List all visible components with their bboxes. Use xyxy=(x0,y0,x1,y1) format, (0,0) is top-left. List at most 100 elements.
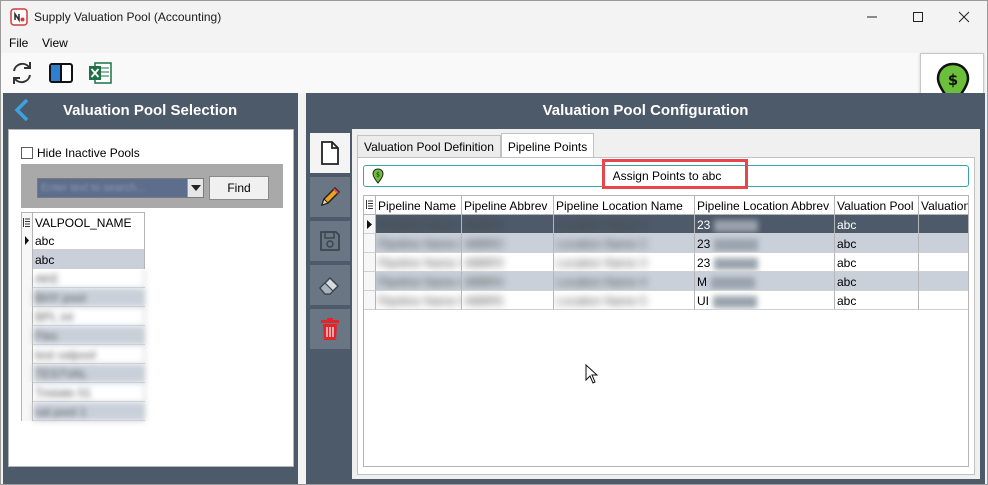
menu-bar: File View xyxy=(1,33,987,53)
pool-list-item[interactable]: abc xyxy=(21,231,145,250)
search-combo[interactable]: Enter text to search... xyxy=(37,178,204,198)
pipeline-name-cell-text: Pipeline Name 3 xyxy=(378,256,462,270)
pipeline-point-row[interactable]: Pipeline Name 1 ABBR1 Location Name 1 23 abc xyxy=(364,215,968,234)
hide-inactive-label: Hide Inactive Pools xyxy=(37,146,140,160)
maximize-button[interactable] xyxy=(895,1,941,33)
menu-view[interactable]: View xyxy=(42,36,68,50)
redacted-smudge xyxy=(713,295,757,308)
valuation-pool-cell-text: abc xyxy=(837,275,857,289)
minimize-button[interactable] xyxy=(849,1,895,33)
pipeline-abbrev-cell-text: ABBR2 xyxy=(464,237,504,251)
pipeline-point-row[interactable]: Pipeline Name 3 ABBR3 Location Name 3 23 abc xyxy=(364,253,968,272)
pool-name-cell: AKE xyxy=(33,269,145,288)
pool-list-item[interactable]: Tristate 01 xyxy=(21,383,145,402)
mouse-cursor-icon xyxy=(585,364,599,384)
valuation-pool-cell-text: abc xyxy=(837,256,857,270)
column-header-pipeline-name[interactable]: Pipeline Name xyxy=(376,196,462,215)
pipeline-abbrev-cell-text: ABBR4 xyxy=(464,275,504,289)
close-button[interactable] xyxy=(941,1,987,33)
edit-button[interactable] xyxy=(310,177,350,217)
new-button[interactable] xyxy=(310,133,350,173)
row-indicator xyxy=(21,288,33,307)
hide-inactive-row[interactable]: Hide Inactive Pools xyxy=(21,146,140,160)
find-button[interactable]: Find xyxy=(209,176,269,200)
pipeline-abbrev-cell: ABBR2 xyxy=(462,234,554,253)
pipeline-location-name-cell: Location Name 5 xyxy=(554,291,695,310)
valuation-cell xyxy=(919,234,968,253)
grid-menu-icon[interactable] xyxy=(21,212,33,231)
valuation-pool-cell: abc xyxy=(835,291,919,310)
clear-button[interactable] xyxy=(310,265,350,305)
pipeline-location-name-cell: Location Name 4 xyxy=(554,272,695,291)
pipeline-name-cell: Pipeline Name 3 xyxy=(376,253,462,272)
pool-grid-header: VALPOOL_NAME xyxy=(21,212,145,231)
column-header-valuation-pool[interactable]: Valuation Pool xyxy=(835,196,919,215)
pipeline-location-abbrev-cell-text: 23 xyxy=(697,256,711,270)
pipeline-point-row[interactable]: Pipeline Name 4 ABBR4 Location Name 4 Mabc xyxy=(364,272,968,291)
row-indicator xyxy=(21,307,33,326)
row-indicator xyxy=(21,364,33,383)
pool-name-cell: Flex xyxy=(33,326,145,345)
new-document-icon xyxy=(321,141,339,165)
column-header-pipeline-location-abbrev[interactable]: Pipeline Location Abbrev xyxy=(695,196,835,215)
pipeline-location-abbrev-cell: 23 xyxy=(695,215,835,234)
pool-name-cell: abc xyxy=(33,231,145,250)
pipeline-abbrev-cell: ABBR3 xyxy=(462,253,554,272)
pipeline-points-page: $ Assign Points to abc Pipeline Name Pip… xyxy=(357,157,975,475)
grid-menu-icon[interactable] xyxy=(364,196,376,215)
pipeline-location-abbrev-cell-text: UI xyxy=(697,294,709,308)
column-header-valpool-name[interactable]: VALPOOL_NAME xyxy=(33,212,145,231)
pipeline-location-abbrev-cell: 23 xyxy=(695,234,835,253)
pool-list-item[interactable]: test valpool xyxy=(21,345,145,364)
pipeline-location-name-cell-text: Location Name 1 xyxy=(556,218,647,232)
refresh-icon[interactable] xyxy=(8,59,36,87)
pool-list-item[interactable]: Flex xyxy=(21,326,145,345)
row-indicator xyxy=(21,326,33,345)
pipeline-name-cell-text: Pipeline Name 1 xyxy=(378,218,462,232)
tab-pipeline-points[interactable]: Pipeline Points xyxy=(500,133,595,157)
side-toolbar xyxy=(310,133,350,353)
pool-list-item[interactable]: abc xyxy=(21,250,145,269)
configuration-content: Valuation Pool Definition Pipeline Point… xyxy=(352,129,980,479)
excel-export-icon[interactable] xyxy=(86,59,114,87)
menu-file[interactable]: File xyxy=(9,36,28,50)
pipeline-abbrev-cell: ABBR1 xyxy=(462,215,554,234)
combo-dropdown-button[interactable] xyxy=(187,179,203,197)
pipeline-point-row[interactable]: Pipeline Name 5 ABBR5 Location Name 5 UI abc xyxy=(364,291,968,310)
delete-trash-icon xyxy=(321,318,339,340)
row-indicator xyxy=(364,272,376,291)
pool-list-item[interactable]: BHY pool xyxy=(21,288,145,307)
valuation-pool-cell: abc xyxy=(835,234,919,253)
pipeline-location-name-cell-text: Location Name 3 xyxy=(556,256,647,270)
panel-toggle-icon[interactable] xyxy=(47,59,75,87)
row-indicator xyxy=(21,383,33,402)
valuation-pool-cell: abc xyxy=(835,253,919,272)
hide-inactive-checkbox[interactable] xyxy=(21,147,33,159)
pipeline-point-row[interactable]: Pipeline Name 2 ABBR2 Location Name 2 23 abc xyxy=(364,234,968,253)
pool-name-cell: abc xyxy=(33,250,145,269)
back-chevron-icon[interactable] xyxy=(12,98,32,122)
pool-list-item[interactable]: AKE xyxy=(21,269,145,288)
valuation-cell xyxy=(919,253,968,272)
column-header-pipeline-abbrev[interactable]: Pipeline Abbrev xyxy=(462,196,554,215)
pool-list-item[interactable]: val pool 1 xyxy=(21,402,145,421)
pipeline-points-grid: Pipeline Name Pipeline Abbrev Pipeline L… xyxy=(363,195,969,467)
column-header-valuation[interactable]: Valuation xyxy=(919,196,968,215)
tab-valuation-pool-definition[interactable]: Valuation Pool Definition xyxy=(357,135,501,157)
pipeline-name-cell-text: Pipeline Name 5 xyxy=(378,294,462,308)
pool-list-item[interactable]: TESTVAL xyxy=(21,364,145,383)
column-header-pipeline-location-name[interactable]: Pipeline Location Name xyxy=(554,196,695,215)
delete-button[interactable] xyxy=(310,309,350,349)
row-indicator xyxy=(21,402,33,421)
valuation-pool-cell: abc xyxy=(835,215,919,234)
save-button[interactable] xyxy=(310,221,350,261)
pool-grid: VALPOOL_NAME abc abc AKE BHY pool BPL int Fle… xyxy=(21,212,145,421)
valuation-cell xyxy=(919,215,968,234)
pipeline-abbrev-cell: ABBR4 xyxy=(462,272,554,291)
row-indicator xyxy=(364,291,376,310)
pipeline-location-name-cell-text: Location Name 5 xyxy=(556,294,647,308)
pool-selection-header: Valuation Pool Selection xyxy=(3,93,298,127)
pool-list-item[interactable]: BPL int xyxy=(21,307,145,326)
valuation-cell xyxy=(919,291,968,310)
valuation-pool-cell-text: abc xyxy=(837,218,857,232)
